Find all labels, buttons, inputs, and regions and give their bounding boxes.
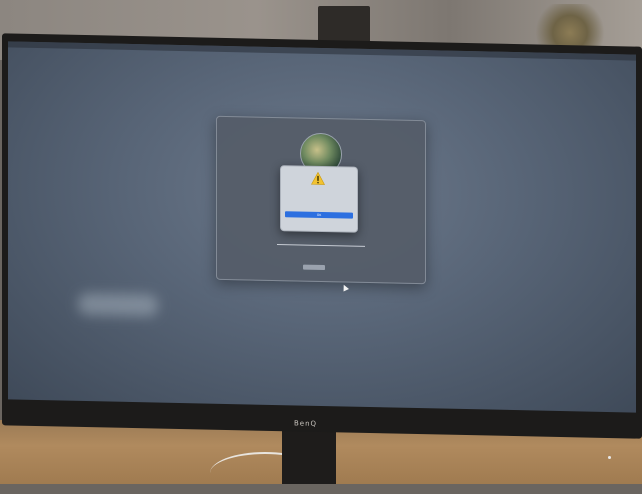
alert-message — [286, 187, 352, 206]
warning-icon — [311, 171, 325, 185]
monitor: OK BenQ — [2, 33, 642, 460]
brand-logo: BenQ — [294, 419, 318, 428]
alert-dialog: OK — [280, 165, 358, 233]
screen-glare — [78, 292, 158, 317]
mouse-cursor-icon — [341, 283, 349, 292]
login-button[interactable] — [303, 264, 325, 271]
password-field[interactable] — [277, 244, 365, 247]
hint-text — [217, 249, 425, 253]
power-led — [608, 455, 611, 460]
menubar — [8, 41, 636, 61]
user-label — [217, 233, 425, 237]
monitor-stand — [282, 430, 336, 484]
screen: OK — [8, 41, 636, 413]
ok-button[interactable]: OK — [285, 211, 353, 219]
